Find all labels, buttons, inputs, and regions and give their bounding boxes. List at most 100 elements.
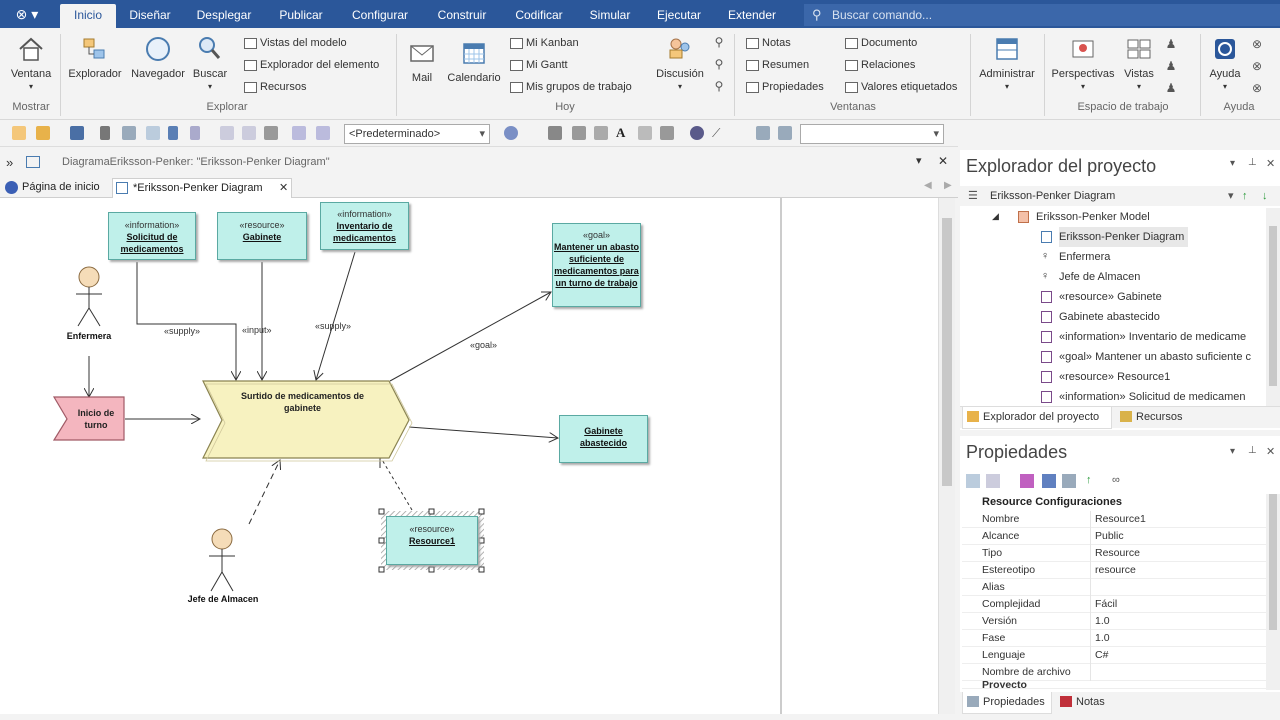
tree-item-gabinete[interactable]: «resource» Gabinete (1041, 287, 1162, 307)
help-small-icon[interactable]: ⊗ (1250, 59, 1264, 73)
tree-item-resource1[interactable]: «resource» Resource1 (1041, 367, 1170, 387)
tab-configurar[interactable]: Configurar (344, 4, 416, 28)
diamond-icon[interactable] (1042, 474, 1056, 488)
supply-connector-1[interactable] (136, 262, 236, 380)
prop-row[interactable]: Estereotipo resource (962, 562, 1266, 579)
save-icon[interactable] (70, 126, 84, 140)
actor-jefe[interactable] (209, 528, 235, 592)
props-scrollbar[interactable] (1266, 494, 1280, 690)
users-icon[interactable]: ♟ (1164, 59, 1178, 73)
prop-value[interactable]: Fácil (1095, 596, 1117, 613)
list-icon[interactable] (660, 126, 674, 140)
style-select[interactable]: <Predeterminado> (344, 124, 490, 144)
propiedades-button[interactable]: Propiedades (746, 79, 824, 95)
element-solicitud[interactable]: «information» Solicitud de medicamentos (108, 212, 196, 260)
jefe-dashed-connector[interactable] (248, 460, 280, 525)
scroll-thumb[interactable] (942, 218, 952, 486)
prop-row[interactable]: Complejidad Fácil (962, 596, 1266, 613)
image-icon[interactable] (756, 126, 770, 140)
relaciones-button[interactable]: Relaciones (845, 57, 915, 73)
prop-row[interactable]: Tipo Resource (962, 545, 1266, 562)
tree-collapse-icon[interactable]: ◢ (992, 211, 999, 222)
tab-pagina-inicio[interactable]: Página de inicio (2, 178, 110, 198)
prop-row[interactable]: Versión 1.0 (962, 613, 1266, 630)
prop-row[interactable]: Fase 1.0 (962, 630, 1266, 647)
arrow-down-icon[interactable]: ↓ (1262, 186, 1268, 206)
tree-header[interactable]: ☰ Eriksson-Penker Diagram ▾ ↑ ↓ (960, 186, 1280, 206)
tree-item-model[interactable]: Eriksson-Penker Model (1018, 207, 1150, 227)
ventana-button[interactable]: Ventana ▾ (6, 34, 56, 92)
tab-simular[interactable]: Simular (584, 4, 636, 28)
dropdown-icon[interactable]: ▾ (1228, 186, 1234, 206)
app-menu-button[interactable]: ⊗ ▾ (6, 3, 48, 25)
prop-row[interactable]: Alcance Public (962, 528, 1266, 545)
arrow-up-icon[interactable]: ↑ (1242, 186, 1248, 206)
supply-connector-2[interactable] (316, 251, 356, 380)
paste-icon[interactable] (146, 126, 160, 140)
categorized-icon[interactable] (966, 474, 980, 488)
tree-scrollbar[interactable] (1266, 208, 1280, 406)
pane-menu-icon[interactable]: ▾ (1230, 158, 1235, 169)
tree-item-jefe[interactable]: ♀ Jefe de Almacen (1041, 267, 1140, 287)
tree-item-goal[interactable]: «goal» Mantener un abasto suficiente c (1041, 347, 1251, 367)
prop-row[interactable]: Alias (962, 579, 1266, 596)
element-gabinete[interactable]: «resource» Gabinete (217, 212, 307, 260)
export-icon[interactable] (778, 126, 792, 140)
tab-publicar[interactable]: Publicar (272, 4, 330, 28)
tab-ejecutar[interactable]: Ejecutar (650, 4, 708, 28)
element-goal[interactable]: «goal» Mantener un abasto suficiente de … (552, 223, 641, 307)
diagram-canvas[interactable]: «information» Solicitud de medicamentos … (0, 198, 938, 714)
explorador-button[interactable]: Explorador (64, 34, 126, 80)
mi-gantt-button[interactable]: Mi Gantt (510, 57, 568, 73)
pin-icon[interactable]: ⊥ (1248, 157, 1257, 168)
vistas-button[interactable]: Vistas ▾ (1118, 34, 1160, 92)
mi-kanban-button[interactable]: Mi Kanban (510, 35, 579, 51)
actor-enfermera[interactable] (76, 266, 102, 327)
element-gabinete-abastecido[interactable]: Gabinete abastecido (559, 415, 648, 463)
tag-icon[interactable] (1020, 474, 1034, 488)
prop-value[interactable]: Resource (1095, 545, 1140, 562)
tab-inicio[interactable]: Inicio (60, 4, 116, 28)
prop-value[interactable]: C# (1095, 647, 1108, 664)
prop-row[interactable]: Nombre Resource1 (962, 511, 1266, 528)
users-icon[interactable]: ♟ (1164, 81, 1178, 95)
prop-value[interactable]: 1.0 (1095, 630, 1110, 647)
output-connector[interactable] (408, 426, 558, 438)
prop-value[interactable]: 1.0 (1095, 613, 1110, 630)
recursos-button[interactable]: Recursos (244, 79, 306, 95)
scroll-thumb[interactable] (1269, 494, 1277, 630)
tab-codificar[interactable]: Codificar (508, 4, 570, 28)
layout-icon[interactable] (690, 126, 704, 140)
tree-item-abastecido[interactable]: Gabinete abastecido (1041, 307, 1160, 327)
redo-icon[interactable] (190, 126, 200, 140)
prop-value[interactable]: Public (1095, 528, 1124, 545)
close-icon[interactable]: ✕ (938, 154, 948, 168)
notas-button[interactable]: Notas (746, 35, 791, 51)
tab-notas[interactable]: Notas (1056, 692, 1116, 714)
ayuda-button[interactable]: Ayuda ▾ (1204, 34, 1246, 92)
tab-disenar[interactable]: Diseñar (122, 4, 178, 28)
copy-icon[interactable] (122, 126, 136, 140)
prop-row[interactable]: Lenguaje C# (962, 647, 1266, 664)
canvas-scrollbar[interactable] (938, 198, 955, 714)
pane-menu-icon[interactable]: ▾ (1230, 446, 1235, 457)
find-icon[interactable] (292, 126, 306, 140)
arrow-up-icon[interactable]: ↑ (1086, 474, 1100, 488)
tree-item-inventario[interactable]: «information» Inventario de medicame (1041, 327, 1246, 347)
zoom-fit-icon[interactable] (220, 126, 234, 140)
search-small-icon[interactable]: ⚲ (712, 79, 726, 93)
scroll-thumb[interactable] (1269, 226, 1277, 386)
help-small-icon[interactable]: ⊗ (1250, 37, 1264, 51)
tab-recursos[interactable]: Recursos (1116, 407, 1196, 429)
search-small-icon[interactable]: ⚲ (712, 57, 726, 71)
print-preview-icon[interactable] (242, 126, 256, 140)
explorador-elemento-button[interactable]: Explorador del elemento (244, 57, 379, 73)
tab-explorador-proyecto[interactable]: Explorador del proyecto (962, 407, 1112, 429)
tab-propiedades[interactable]: Propiedades (962, 692, 1052, 714)
line-color-icon[interactable] (594, 126, 608, 140)
tree-item-enfermera[interactable]: ♀ Enfermera (1041, 247, 1110, 267)
element-inventario[interactable]: «information» Inventario de medicamentos (320, 202, 409, 250)
documento-button[interactable]: Documento (845, 35, 917, 51)
glasses-icon[interactable]: ∞ (1112, 474, 1130, 488)
undo-icon[interactable] (168, 126, 178, 140)
